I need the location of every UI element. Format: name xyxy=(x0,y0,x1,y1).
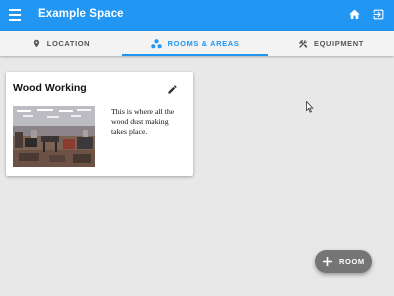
mouse-pointer-icon xyxy=(306,101,314,113)
add-room-button[interactable]: ROOM xyxy=(315,250,372,273)
tab-rooms-areas[interactable]: ROOMS & AREAS xyxy=(122,31,268,56)
room-card[interactable]: Wood Working xyxy=(6,72,193,176)
room-title: Wood Working xyxy=(13,82,87,94)
tools-icon xyxy=(298,39,308,49)
tab-bar: LOCATION ROOMS & AREAS EQUIPMENT xyxy=(0,31,394,56)
room-photo xyxy=(13,106,95,167)
tab-equipment[interactable]: EQUIPMENT xyxy=(268,31,394,56)
app-bar: Example Space xyxy=(0,0,394,31)
circles-group-icon xyxy=(151,39,162,49)
room-description: This is where all the wood dust making t… xyxy=(111,107,183,137)
home-icon[interactable] xyxy=(348,8,361,21)
exit-icon[interactable] xyxy=(372,8,385,21)
app-title: Example Space xyxy=(38,8,124,20)
add-room-label: ROOM xyxy=(339,257,365,266)
tab-rooms-areas-label: ROOMS & AREAS xyxy=(168,39,240,48)
tab-equipment-label: EQUIPMENT xyxy=(314,39,364,48)
tab-location[interactable]: LOCATION xyxy=(0,31,122,56)
plus-icon xyxy=(323,257,332,266)
pencil-icon[interactable] xyxy=(167,82,178,93)
map-pin-icon xyxy=(32,38,41,49)
menu-icon[interactable] xyxy=(9,9,21,21)
tab-location-label: LOCATION xyxy=(47,39,90,48)
